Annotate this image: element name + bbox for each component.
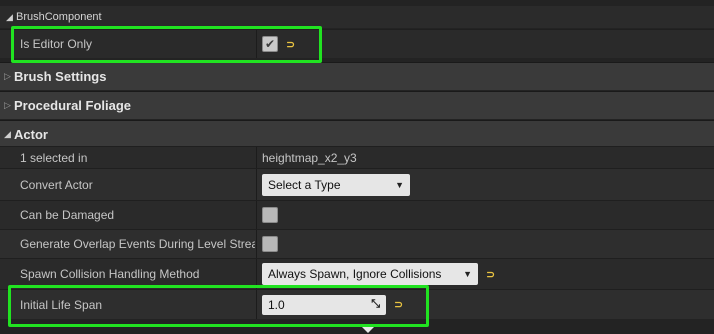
details-panel: ◢ BrushComponent Is Editor Only ✔ ⊃ ▷ Br…: [0, 0, 714, 334]
column-divider[interactable]: [256, 147, 257, 168]
column-divider[interactable]: [256, 259, 257, 289]
property-label: Can be Damaged: [20, 208, 115, 222]
property-row-initial-life-span: Initial Life Span 1.0 ⤡ ⊃: [0, 289, 714, 319]
convert-actor-dropdown[interactable]: Select a Type ▼: [262, 173, 410, 196]
column-divider[interactable]: [256, 290, 257, 319]
property-label: 1 selected in: [20, 150, 88, 165]
reset-to-default-icon[interactable]: ⊃: [286, 38, 296, 51]
category-brush-settings[interactable]: ▷ Brush Settings: [0, 62, 714, 90]
triangle-down-icon: ◢: [4, 129, 11, 139]
column-divider[interactable]: [256, 30, 257, 58]
property-row-selected-in: 1 selected in heightmap_x2_y3: [0, 146, 714, 168]
dropdown-value: Always Spawn, Ignore Collisions: [268, 267, 442, 281]
property-label: Initial Life Span: [20, 297, 103, 312]
is-editor-only-checkbox[interactable]: ✔: [262, 36, 278, 52]
numeric-value: 1.0: [268, 297, 285, 312]
overlap-events-checkbox[interactable]: [262, 236, 278, 252]
selected-level-name: heightmap_x2_y3: [262, 150, 357, 165]
chevron-down-icon: ▼: [463, 269, 472, 279]
brush-component-title: BrushComponent: [16, 11, 102, 23]
triangle-right-icon: ▷: [4, 100, 11, 110]
column-divider[interactable]: [256, 169, 257, 200]
property-label: Spawn Collision Handling Method: [20, 267, 200, 281]
can-be-damaged-checkbox[interactable]: [262, 207, 278, 223]
reset-to-default-icon[interactable]: ⊃: [394, 298, 404, 311]
reset-to-default-icon[interactable]: ⊃: [486, 268, 496, 281]
brush-component-header[interactable]: ◢ BrushComponent: [0, 6, 714, 28]
property-row-is-editor-only: Is Editor Only ✔ ⊃: [0, 29, 714, 58]
category-title: Procedural Foliage: [14, 98, 132, 113]
category-title: Brush Settings: [14, 69, 107, 84]
chevron-down-icon: ▼: [395, 179, 404, 190]
category-title: Actor: [14, 127, 48, 142]
triangle-right-icon: ▷: [4, 71, 11, 81]
column-divider[interactable]: [256, 201, 257, 229]
dropdown-value: Select a Type: [268, 177, 341, 192]
property-label: Is Editor Only: [20, 37, 93, 51]
property-row-can-be-damaged: Can be Damaged: [0, 200, 714, 229]
triangle-down-icon: ◢: [6, 11, 13, 22]
scroll-down-indicator-icon[interactable]: [362, 327, 374, 333]
property-label: Generate Overlap Events During Level Str…: [20, 237, 255, 251]
spawn-collision-dropdown[interactable]: Always Spawn, Ignore Collisions ▼: [262, 263, 478, 285]
property-row-convert-actor: Convert Actor Select a Type ▼: [0, 168, 714, 200]
property-row-overlap-events: Generate Overlap Events During Level Str…: [0, 229, 714, 258]
category-procedural-foliage[interactable]: ▷ Procedural Foliage: [0, 91, 714, 119]
drag-resize-icon[interactable]: ⤡: [371, 298, 380, 311]
property-label: Convert Actor: [20, 177, 93, 192]
initial-life-span-input[interactable]: 1.0 ⤡: [262, 294, 386, 315]
column-divider[interactable]: [256, 230, 257, 258]
property-row-spawn-collision: Spawn Collision Handling Method Always S…: [0, 258, 714, 289]
category-actor[interactable]: ◢ Actor: [0, 120, 714, 148]
checkmark-icon: ✔: [264, 37, 276, 51]
